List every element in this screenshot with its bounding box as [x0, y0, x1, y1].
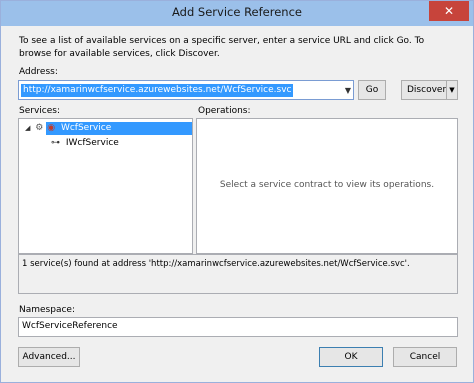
discover-button-label: Discover — [407, 85, 447, 95]
operations-pane[interactable]: Select a service contract to view its op… — [196, 118, 458, 254]
address-combobox[interactable]: http://xamarinwcfservice.azurewebsites.n… — [18, 80, 354, 100]
title-bar[interactable]: Add Service Reference ✕ — [1, 1, 473, 26]
namespace-label: Namespace: — [19, 305, 75, 315]
tree-node-label: WcfService — [60, 123, 112, 133]
namespace-input[interactable]: WcfServiceReference — [18, 317, 458, 337]
services-label: Services: — [19, 106, 60, 116]
services-tree[interactable]: ◢ ⚙ ◉ WcfService ⊶ IWcfService — [18, 118, 193, 254]
address-input[interactable]: http://xamarinwcfservice.azurewebsites.n… — [21, 84, 294, 97]
advanced-button[interactable]: Advanced... — [18, 347, 80, 367]
operations-placeholder: Select a service contract to view its op… — [219, 180, 435, 190]
window-title: Add Service Reference — [172, 5, 302, 19]
close-button[interactable]: ✕ — [429, 1, 469, 21]
discover-dropdown-icon[interactable]: ▼ — [446, 81, 457, 99]
namespace-value: WcfServiceReference — [22, 321, 118, 331]
operations-label: Operations: — [198, 106, 251, 116]
status-area: 1 service(s) found at address 'http://xa… — [18, 254, 458, 294]
intro-text: To see a list of available services on a… — [19, 36, 425, 59]
expand-arrow-icon[interactable]: ◢ — [25, 124, 30, 132]
ok-button[interactable]: OK — [319, 347, 383, 367]
interface-icon: ⊶ — [51, 138, 60, 148]
go-button-label: Go — [365, 85, 379, 95]
gear-icon: ⚙ — [35, 123, 44, 133]
add-service-reference-dialog: Add Service Reference ✕ To see a list of… — [0, 0, 474, 383]
tree-node-wcfservice[interactable]: ◢ ⚙ ◉ WcfService — [25, 122, 111, 135]
tree-node-iwcfservice[interactable]: ⊶ IWcfService — [51, 137, 119, 150]
status-text: 1 service(s) found at address 'http://xa… — [22, 259, 410, 269]
ok-button-label: OK — [344, 352, 358, 362]
close-icon: ✕ — [443, 4, 455, 18]
tree-node-label: IWcfService — [65, 138, 119, 148]
go-button[interactable]: Go — [358, 80, 386, 100]
chevron-down-icon[interactable]: ▼ — [345, 86, 351, 95]
address-label: Address: — [19, 67, 58, 77]
cancel-button[interactable]: Cancel — [393, 347, 457, 367]
discover-button[interactable]: Discover ▼ — [401, 80, 458, 100]
advanced-button-label: Advanced... — [22, 352, 76, 362]
cancel-button-label: Cancel — [409, 352, 441, 362]
service-icon: ◉ — [47, 123, 56, 133]
